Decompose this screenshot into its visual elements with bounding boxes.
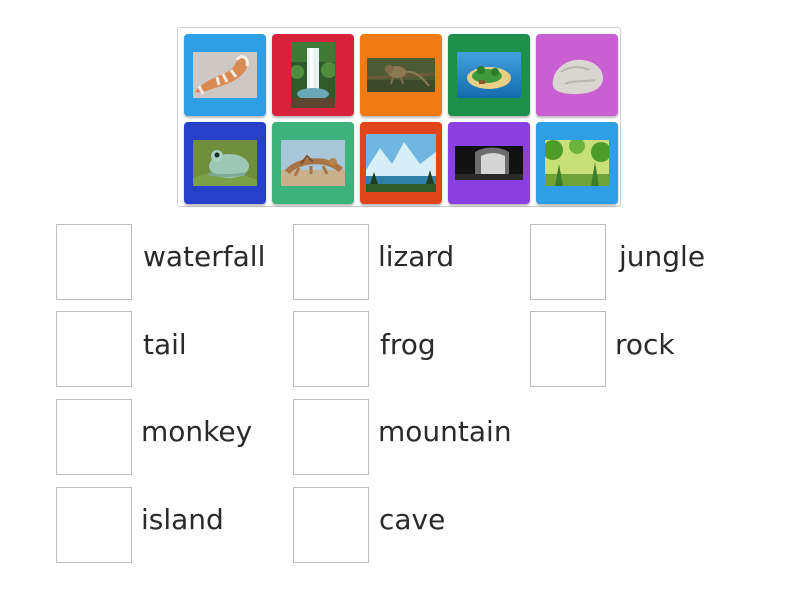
image-tile-bank: [177, 27, 621, 207]
target-label-waterfall: waterfall: [143, 240, 266, 273]
tile-lizard[interactable]: [272, 122, 354, 204]
frog-icon: [193, 140, 257, 186]
tail-icon: [193, 52, 257, 98]
tile-rock[interactable]: [536, 34, 618, 116]
target-label-frog: frog: [380, 328, 436, 361]
tile-mountain[interactable]: [360, 122, 442, 204]
lizard-icon: [281, 140, 345, 186]
monkey-icon: [367, 58, 435, 92]
target-label-island: island: [141, 503, 224, 536]
drop-slot-tail[interactable]: [56, 311, 132, 387]
drop-slot-mountain[interactable]: [293, 399, 369, 475]
tile-frog[interactable]: [184, 122, 266, 204]
target-label-lizard: lizard: [378, 240, 455, 273]
drop-slot-lizard[interactable]: [293, 224, 369, 300]
island-icon: [457, 52, 521, 98]
tile-tail[interactable]: [184, 34, 266, 116]
tile-monkey[interactable]: [360, 34, 442, 116]
drop-slot-monkey[interactable]: [56, 399, 132, 475]
drop-slot-jungle[interactable]: [530, 224, 606, 300]
drop-slot-cave[interactable]: [293, 487, 369, 563]
tile-jungle[interactable]: [536, 122, 618, 204]
tile-island[interactable]: [448, 34, 530, 116]
tile-cave[interactable]: [448, 122, 530, 204]
waterfall-icon: [291, 42, 335, 108]
rock-icon: [545, 52, 609, 98]
tile-waterfall[interactable]: [272, 34, 354, 116]
target-label-tail: tail: [143, 328, 187, 361]
mountain-icon: [366, 134, 436, 192]
target-label-rock: rock: [615, 328, 675, 361]
target-label-cave: cave: [379, 503, 446, 536]
cave-icon: [455, 146, 523, 180]
target-label-jungle: jungle: [619, 240, 706, 273]
target-label-mountain: mountain: [378, 415, 512, 448]
target-label-monkey: monkey: [141, 415, 253, 448]
jungle-icon: [545, 140, 609, 186]
drop-slot-island[interactable]: [56, 487, 132, 563]
drop-slot-waterfall[interactable]: [56, 224, 132, 300]
drop-slot-rock[interactable]: [530, 311, 606, 387]
drop-slot-frog[interactable]: [293, 311, 369, 387]
